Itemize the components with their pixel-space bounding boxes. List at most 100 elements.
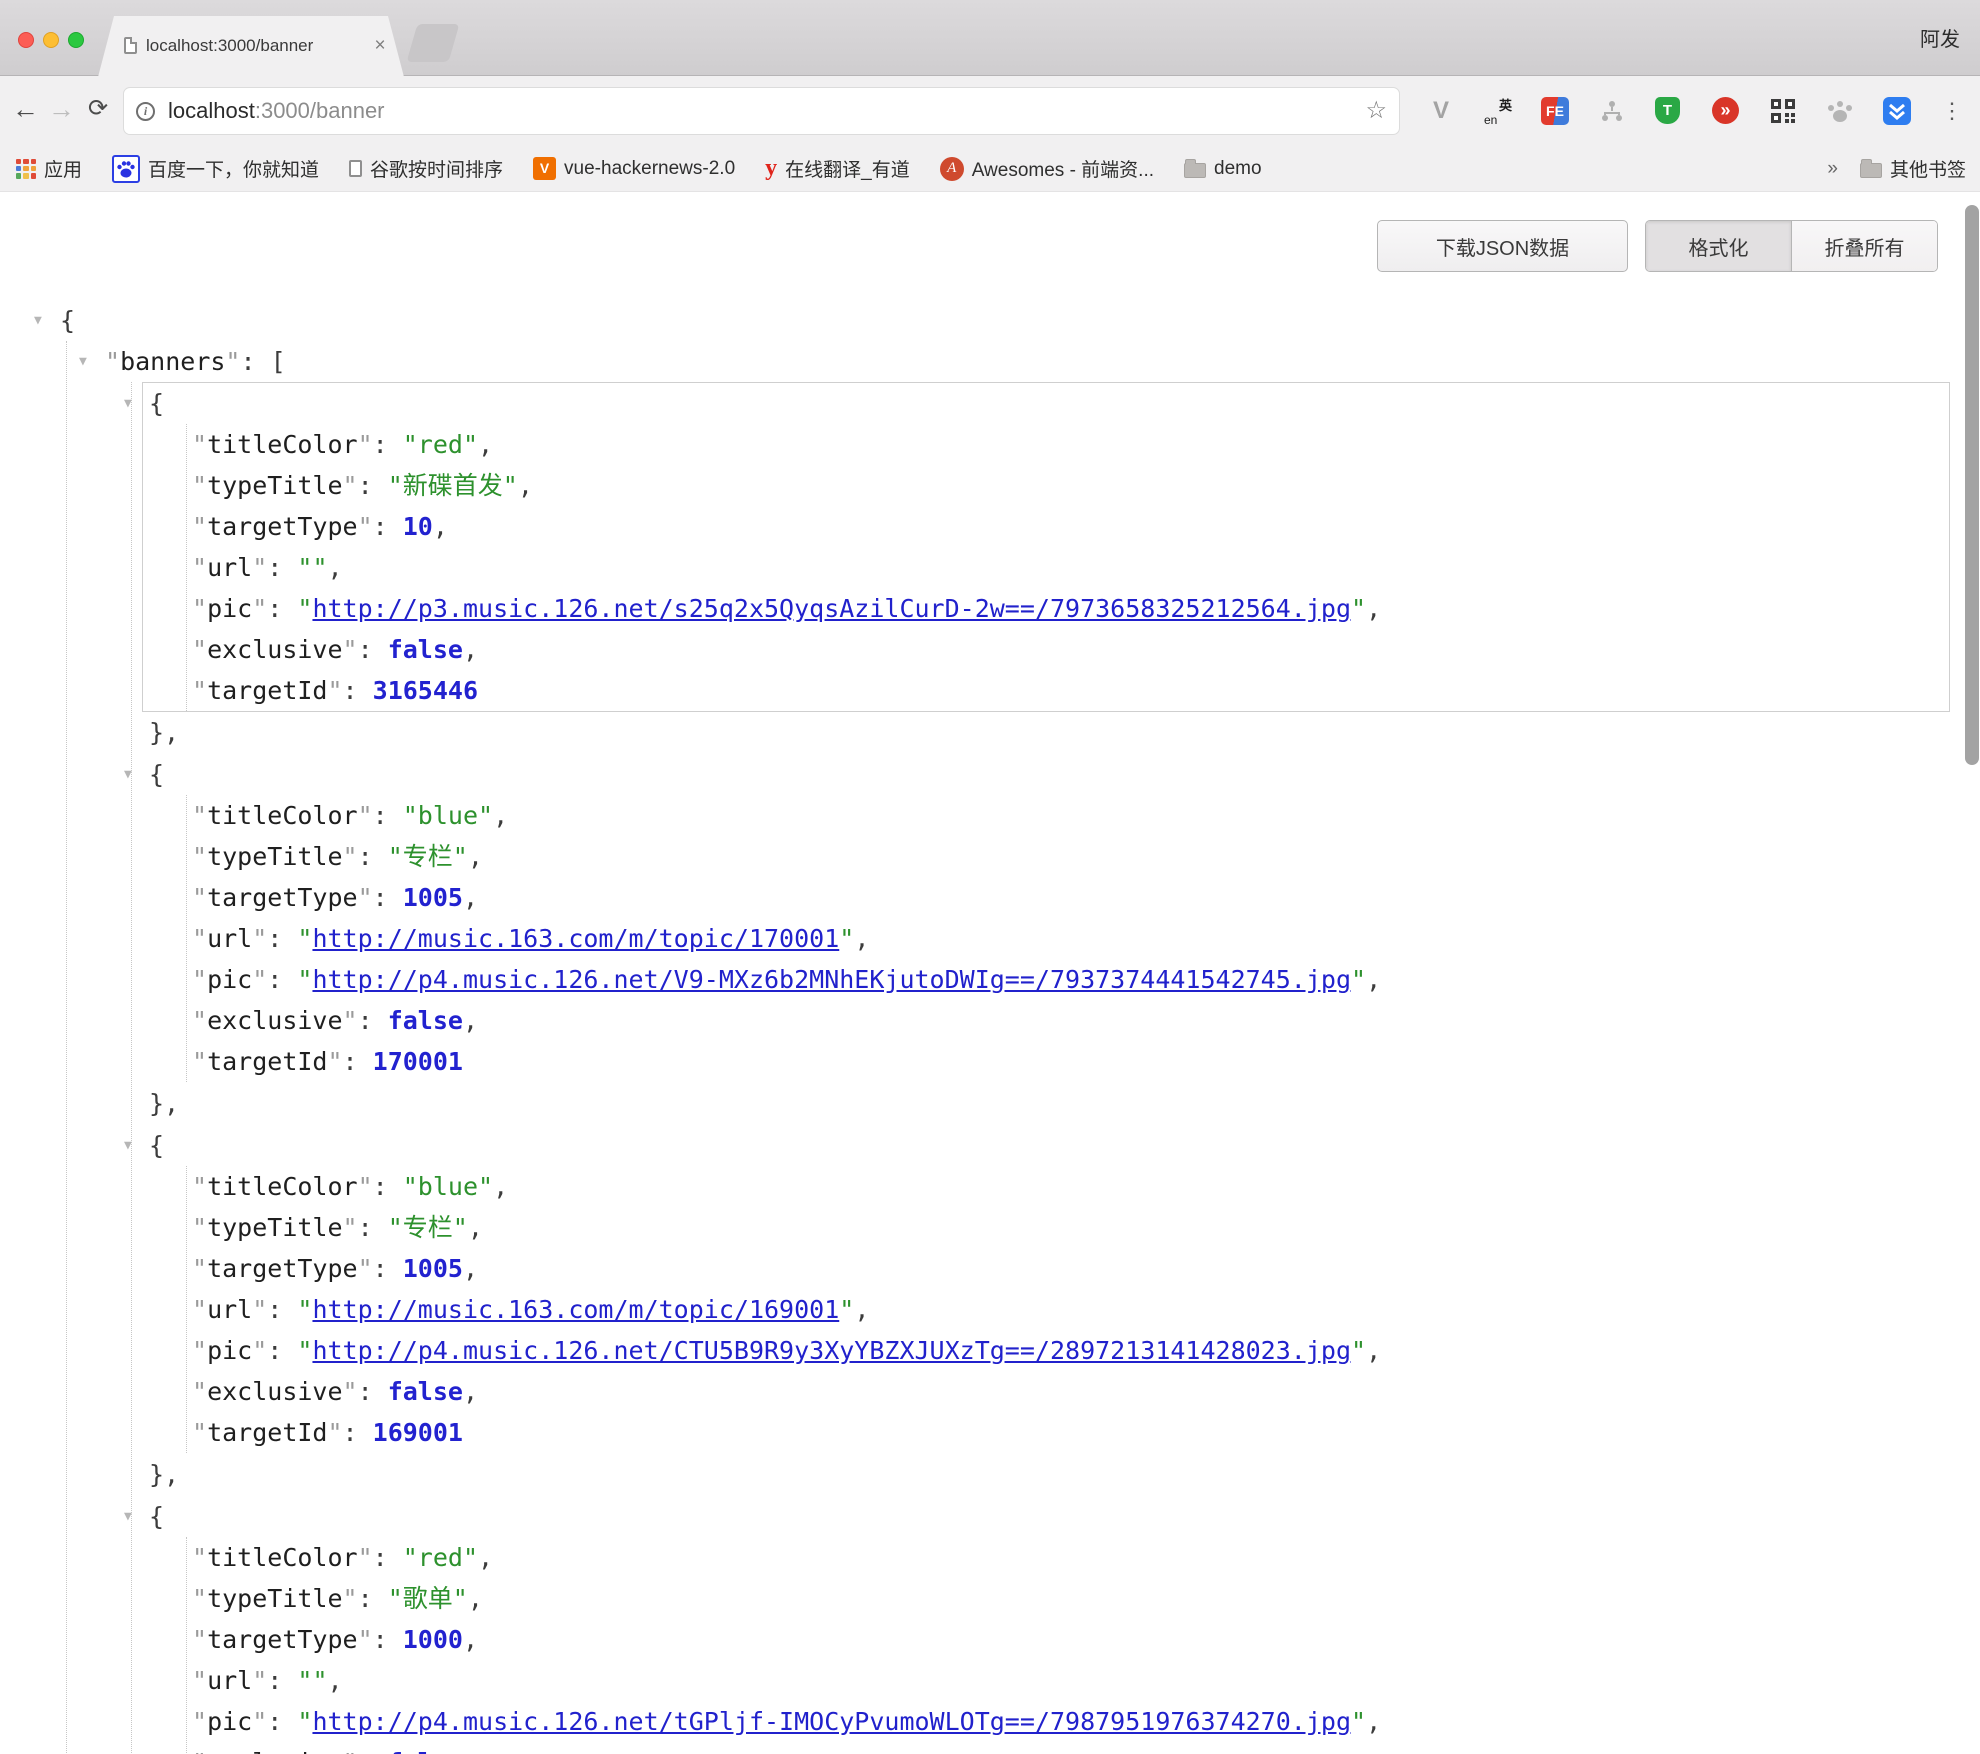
quote: " (839, 924, 854, 953)
page-info-icon[interactable]: i (136, 102, 155, 121)
bookmark-google-sort[interactable]: 谷歌按时间排序 (349, 155, 503, 182)
object-properties: "titleColor": "red","typeTitle": "歌单","t… (186, 1537, 1949, 1754)
comma: , (463, 1254, 478, 1283)
bookmark-star-icon[interactable]: ☆ (1365, 96, 1387, 125)
new-tab-button[interactable] (407, 24, 460, 62)
json-link[interactable]: http://p3.music.126.net/s25q2x5QyqsAzilC… (312, 594, 1351, 623)
colon: : (373, 801, 403, 830)
json-literal-value: 1005 (403, 883, 463, 912)
address-bar[interactable]: i localhost:3000/banner ☆ (123, 87, 1400, 135)
colon: : (373, 1254, 403, 1283)
root-children: ▼"banners": [ ▼{"titleColor": "red","typ… (66, 341, 1980, 1754)
object-close-line: }, (132, 1083, 1980, 1124)
json-key: url (207, 924, 252, 953)
json-property-typeTitle: "typeTitle": "新碟首发", (187, 465, 1949, 506)
quote: " (358, 430, 373, 459)
browser-tab[interactable]: localhost:3000/banner × (98, 16, 404, 77)
quote: " (839, 1295, 854, 1324)
json-link[interactable]: http://music.163.com/m/topic/169001 (312, 1295, 839, 1324)
back-button[interactable]: ← (12, 76, 39, 146)
quote: " (192, 1748, 207, 1754)
banners-key-line: ▼"banners": [ (67, 341, 1980, 382)
comma: , (478, 430, 493, 459)
comma: , (468, 1213, 483, 1242)
bookmark-label: Awesomes - 前端资... (972, 155, 1154, 182)
json-property-pic: "pic": "http://p4.music.126.net/V9-MXz6b… (187, 959, 1949, 1000)
quote: " (358, 1625, 373, 1654)
quote: " (192, 1707, 207, 1736)
json-link[interactable]: http://p4.music.126.net/tGPljf-IMOCyPvum… (312, 1707, 1351, 1736)
bookmarks-overflow-chevron[interactable]: » (1827, 158, 1838, 180)
vertical-scrollbar-thumb[interactable] (1965, 205, 1979, 765)
json-property-typeTitle: "typeTitle": "专栏", (187, 1207, 1949, 1248)
sitemap-extension-icon[interactable] (1598, 97, 1626, 125)
quote: " (192, 1584, 207, 1613)
bookmark-other-bookmarks[interactable]: 其他书签 (1860, 155, 1966, 182)
json-key: titleColor (207, 430, 358, 459)
bookmark-label: vue-hackernews-2.0 (564, 158, 735, 180)
paw-extension-icon[interactable] (1826, 97, 1854, 125)
zoom-window-button[interactable] (68, 32, 84, 48)
quote: " (192, 924, 207, 953)
bookmark-apps[interactable]: 应用 (16, 155, 82, 182)
tampermonkey-shield-icon[interactable]: T (1655, 97, 1680, 124)
banner-object: ▼{"titleColor": "red","typeTitle": "歌单",… (142, 1495, 1950, 1754)
banner-object: ▼{"titleColor": "blue","typeTitle": "专栏"… (142, 753, 1950, 1083)
json-property-pic: "pic": "http://p4.music.126.net/tGPljf-I… (187, 1701, 1949, 1742)
quote: " (343, 1748, 358, 1754)
format-button[interactable]: 格式化 (1646, 221, 1791, 271)
bookmark-baidu[interactable]: 百度一下，你就知道 (112, 155, 319, 183)
collapse-all-button[interactable]: 折叠所有 (1791, 221, 1937, 271)
json-property-typeTitle: "typeTitle": "歌单", (187, 1578, 1949, 1619)
open-brace: { (149, 389, 164, 418)
quote: " (343, 842, 358, 871)
fastforward-extension-icon[interactable]: » (1712, 97, 1739, 124)
comma: , (433, 512, 448, 541)
url-path: :3000/banner (255, 98, 385, 123)
quote: " (297, 1295, 312, 1324)
bookmark-folder-demo[interactable]: demo (1184, 158, 1262, 180)
collapse-toggle-icon[interactable]: ▼ (34, 300, 42, 341)
close-window-button[interactable] (18, 32, 34, 48)
fe-extension-icon[interactable]: FE (1541, 97, 1569, 125)
colon: : (267, 1295, 297, 1324)
json-key: banners (120, 347, 225, 376)
json-property-targetType: "targetType": 1000, (187, 1619, 1949, 1660)
collapse-toggle-icon[interactable]: ▼ (124, 1125, 132, 1166)
object-open-line: ▼{ (143, 1125, 1949, 1166)
quote: " (252, 1666, 267, 1695)
comma: , (518, 471, 533, 500)
collapse-toggle-icon[interactable]: ▼ (124, 1496, 132, 1537)
minimize-window-button[interactable] (43, 32, 59, 48)
forward-button[interactable]: → (48, 76, 75, 146)
json-key: exclusive (207, 1006, 342, 1035)
collapse-toggle-icon[interactable]: ▼ (124, 383, 132, 424)
quote: " (192, 676, 207, 705)
folder-icon (1860, 163, 1882, 178)
json-link[interactable]: http://p4.music.126.net/CTU5B9R9y3XyYBZX… (312, 1336, 1351, 1365)
bookmark-awesomes[interactable]: A Awesomes - 前端资... (940, 155, 1154, 182)
bookmarks-bar: 应用 百度一下，你就知道 谷歌按时间排序 V vue-hackernews-2.… (0, 146, 1980, 192)
tab-close-icon[interactable]: × (368, 34, 392, 58)
quote: " (1351, 594, 1366, 623)
json-property-exclusive: "exclusive": false, (187, 1000, 1949, 1041)
json-link[interactable]: http://p4.music.126.net/V9-MXz6b2MNhEKju… (312, 965, 1351, 994)
download-json-button[interactable]: 下载JSON数据 (1377, 220, 1628, 272)
colon: : (358, 1213, 388, 1242)
json-link[interactable]: http://music.163.com/m/topic/170001 (312, 924, 839, 953)
collapse-toggle-icon[interactable]: ▼ (79, 341, 87, 382)
qrcode-extension-icon[interactable] (1769, 97, 1797, 125)
quote: " (192, 1418, 207, 1447)
close-brace: }, (149, 1460, 179, 1489)
bookmark-youdao-translate[interactable]: y 在线翻译_有道 (765, 155, 910, 182)
colon: : (358, 842, 388, 871)
quote: " (252, 594, 267, 623)
translate-extension-icon[interactable]: 英 en (1484, 97, 1512, 125)
bookmark-vue-hackernews[interactable]: V vue-hackernews-2.0 (533, 157, 735, 180)
vue-devtools-extension-icon[interactable]: V (1427, 97, 1455, 125)
collapse-toggle-icon[interactable]: ▼ (124, 754, 132, 795)
browser-menu-icon[interactable]: ⋮ (1938, 97, 1966, 125)
quote: " (252, 553, 267, 582)
reload-button[interactable]: ⟳ (88, 76, 108, 146)
download-manager-extension-icon[interactable] (1883, 97, 1911, 125)
